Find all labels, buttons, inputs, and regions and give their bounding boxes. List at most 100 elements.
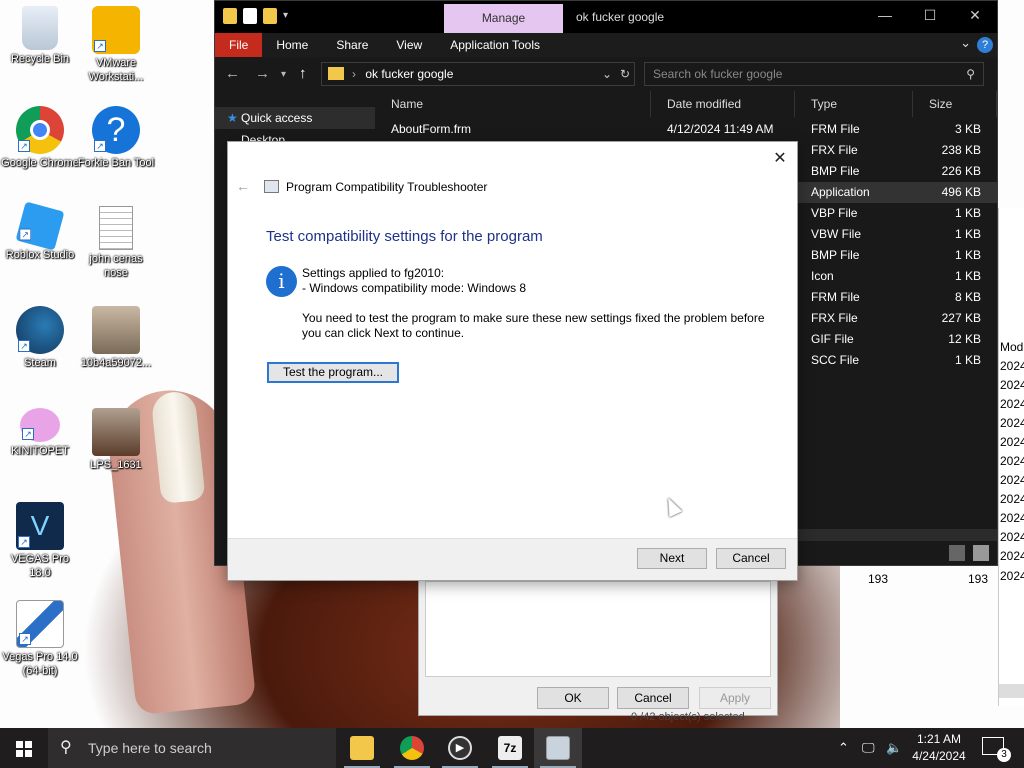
search-placeholder: Search ok fucker google bbox=[653, 67, 783, 81]
help-icon[interactable]: ? bbox=[977, 37, 993, 53]
desktop-icon-recycle-bin[interactable]: Recycle Bin bbox=[0, 6, 80, 66]
column-header-modified[interactable]: Mod bbox=[999, 338, 1024, 357]
clock[interactable]: 1:21 AM 4/24/2024 bbox=[904, 731, 974, 765]
large-icons-view-icon[interactable] bbox=[973, 545, 989, 561]
desktop-icon-chrome[interactable]: ↗ Google Chrome bbox=[0, 106, 80, 170]
details-view-icon[interactable] bbox=[949, 545, 965, 561]
file-type: BMP File bbox=[811, 248, 860, 262]
file-type: Icon bbox=[811, 269, 834, 283]
next-button[interactable]: Next bbox=[637, 548, 707, 569]
nav-label: Quick access bbox=[241, 111, 313, 125]
clock-time: 1:21 AM bbox=[916, 732, 962, 746]
chevron-down-icon[interactable]: ⌄ bbox=[602, 63, 612, 85]
tab-application-tools[interactable]: Application Tools bbox=[436, 33, 554, 57]
desktop-icon-vegas-pro-14[interactable]: ↗ Vegas Pro 14.0 (64-bit) bbox=[0, 600, 80, 678]
info-icon: i bbox=[266, 266, 297, 297]
desktop-icon-lps-1631[interactable]: LPS_1631 bbox=[76, 408, 156, 472]
taskbar-chrome[interactable] bbox=[388, 728, 436, 768]
back-arrow-icon[interactable]: ← bbox=[225, 65, 240, 82]
notification-center-icon[interactable]: 3 bbox=[982, 737, 1011, 762]
volume-muted-icon[interactable]: 🔈 bbox=[886, 728, 902, 768]
taskbar-search[interactable]: ⚲ Type here to search bbox=[48, 728, 336, 768]
tab-file[interactable]: File bbox=[215, 33, 263, 57]
desktop-icon-vegas-pro-18[interactable]: V ↗ VEGAS Pro 18.0 bbox=[0, 502, 80, 580]
chevron-down-icon[interactable]: ⌄ bbox=[960, 35, 971, 51]
taskbar-media-player[interactable]: ▶ bbox=[436, 728, 484, 768]
file-size: 1 KB bbox=[954, 269, 981, 283]
nav-quick-access[interactable]: ★ Quick access bbox=[215, 107, 375, 129]
cell: 2024- bbox=[1000, 530, 1024, 544]
ribbon-tabs: File Home Share View Application Tools ⌄… bbox=[215, 33, 997, 57]
tab-home[interactable]: Home bbox=[262, 33, 322, 57]
properties-dialog: OK Cancel Apply 0 /42 object(s) selected bbox=[418, 568, 778, 723]
maximize-icon[interactable]: ☐ bbox=[915, 7, 945, 24]
ok-button[interactable]: OK bbox=[537, 687, 609, 709]
cancel-button[interactable]: Cancel bbox=[716, 548, 786, 569]
refresh-icon[interactable]: ↻ bbox=[620, 63, 630, 85]
file-row[interactable]: AboutForm.frm 4/12/2024 11:49 AM FRM Fil… bbox=[375, 119, 997, 140]
desktop-icon-vmware[interactable]: ↗ VMware Workstati... bbox=[76, 6, 156, 84]
roblox-studio-icon: ↗ bbox=[15, 201, 65, 251]
question-icon: ? ↗ bbox=[92, 106, 140, 154]
file-type: FRX File bbox=[811, 311, 858, 325]
shortcut-arrow-icon: ↗ bbox=[94, 140, 106, 152]
taskbar-7zip[interactable]: 7z bbox=[486, 728, 534, 768]
taskbar: ⚲ Type here to search ▶ 7z ⌃ 🖵 🔈 1:21 AM… bbox=[0, 728, 1024, 768]
test-program-button[interactable]: Test the program... bbox=[267, 362, 399, 383]
network-icon[interactable]: 🖵 bbox=[862, 728, 875, 768]
desktop-icon-label: Steam bbox=[24, 357, 56, 369]
address-bar[interactable]: › ok fucker google ⌄ ↻ bbox=[321, 62, 635, 86]
desktop-icon-roblox-studio[interactable]: ↗ Roblox Studio bbox=[0, 201, 80, 262]
cell: 2024- bbox=[1000, 359, 1024, 373]
chrome-icon: ↗ bbox=[16, 106, 64, 154]
forward-arrow-icon[interactable]: → bbox=[255, 65, 270, 82]
folder-icon[interactable] bbox=[223, 8, 237, 24]
search-input[interactable]: Search ok fucker google ⚲ bbox=[644, 62, 984, 86]
taskbar-troubleshooter[interactable] bbox=[534, 728, 582, 768]
desktop-icon-kinitopet[interactable]: ↗ KINITOPET bbox=[0, 408, 80, 458]
shortcut-arrow-icon: ↗ bbox=[18, 536, 30, 548]
taskbar-file-explorer[interactable] bbox=[338, 728, 386, 768]
title-bar[interactable]: ▾ Manage ok fucker google — ☐ ✕ bbox=[215, 1, 997, 33]
cell: 2024- bbox=[1000, 397, 1024, 411]
background-window-details: Mod 2024- 2024- 2024- 2024- 2024- 2024- … bbox=[998, 208, 1024, 706]
desktop-icon-image-10b4a[interactable]: 10b4a59072... bbox=[76, 306, 156, 370]
settings-line-1: Settings applied to fg2010: bbox=[302, 266, 445, 280]
troubleshooter-icon bbox=[546, 736, 570, 760]
desktop-icon-steam[interactable]: ↗ Steam bbox=[0, 306, 80, 370]
vegas-pro-icon: V ↗ bbox=[16, 502, 64, 550]
column-type[interactable]: Type bbox=[795, 91, 913, 117]
column-date-modified[interactable]: Date modified bbox=[651, 91, 795, 117]
desktop-icon-john-cenas-nose[interactable]: john cenas nose bbox=[76, 206, 156, 280]
horizontal-scrollbar[interactable] bbox=[999, 684, 1024, 698]
desktop-icon-forkie-ban-tool[interactable]: ? ↗ Forkie Ban Tool bbox=[76, 106, 156, 170]
file-type: FRM File bbox=[811, 122, 860, 136]
new-folder-icon[interactable] bbox=[263, 8, 277, 24]
steam-icon: ↗ bbox=[16, 306, 64, 354]
column-name[interactable]: Name bbox=[375, 91, 651, 117]
file-type: VBW File bbox=[811, 227, 862, 241]
tab-share[interactable]: Share bbox=[322, 33, 382, 57]
apply-button[interactable]: Apply bbox=[699, 687, 771, 709]
image-file-icon bbox=[92, 306, 140, 354]
start-button[interactable] bbox=[0, 728, 48, 768]
text-file-icon bbox=[99, 206, 133, 250]
close-icon[interactable]: ✕ bbox=[771, 148, 789, 168]
chevron-down-icon[interactable]: ▾ bbox=[283, 8, 288, 24]
breadcrumb-current[interactable]: ok fucker google bbox=[365, 67, 453, 81]
tab-manage[interactable]: Manage bbox=[444, 4, 563, 33]
file-size: 238 KB bbox=[941, 143, 981, 157]
minimize-icon[interactable]: — bbox=[870, 7, 900, 23]
tab-view[interactable]: View bbox=[382, 33, 436, 57]
column-size[interactable]: Size bbox=[913, 91, 997, 117]
breadcrumb-separator-icon: › bbox=[352, 67, 356, 81]
recent-locations-icon[interactable]: ▾ bbox=[281, 69, 286, 80]
media-player-icon: ▶ bbox=[448, 736, 472, 760]
up-arrow-icon[interactable]: ↑ bbox=[299, 65, 307, 82]
close-icon[interactable]: ✕ bbox=[960, 7, 990, 24]
cancel-button[interactable]: Cancel bbox=[617, 687, 689, 709]
chevron-up-icon[interactable]: ⌃ bbox=[838, 728, 849, 768]
properties-icon[interactable] bbox=[243, 8, 257, 24]
back-arrow-icon[interactable]: ← bbox=[236, 178, 250, 194]
page-heading: Test compatibility settings for the prog… bbox=[266, 228, 543, 245]
